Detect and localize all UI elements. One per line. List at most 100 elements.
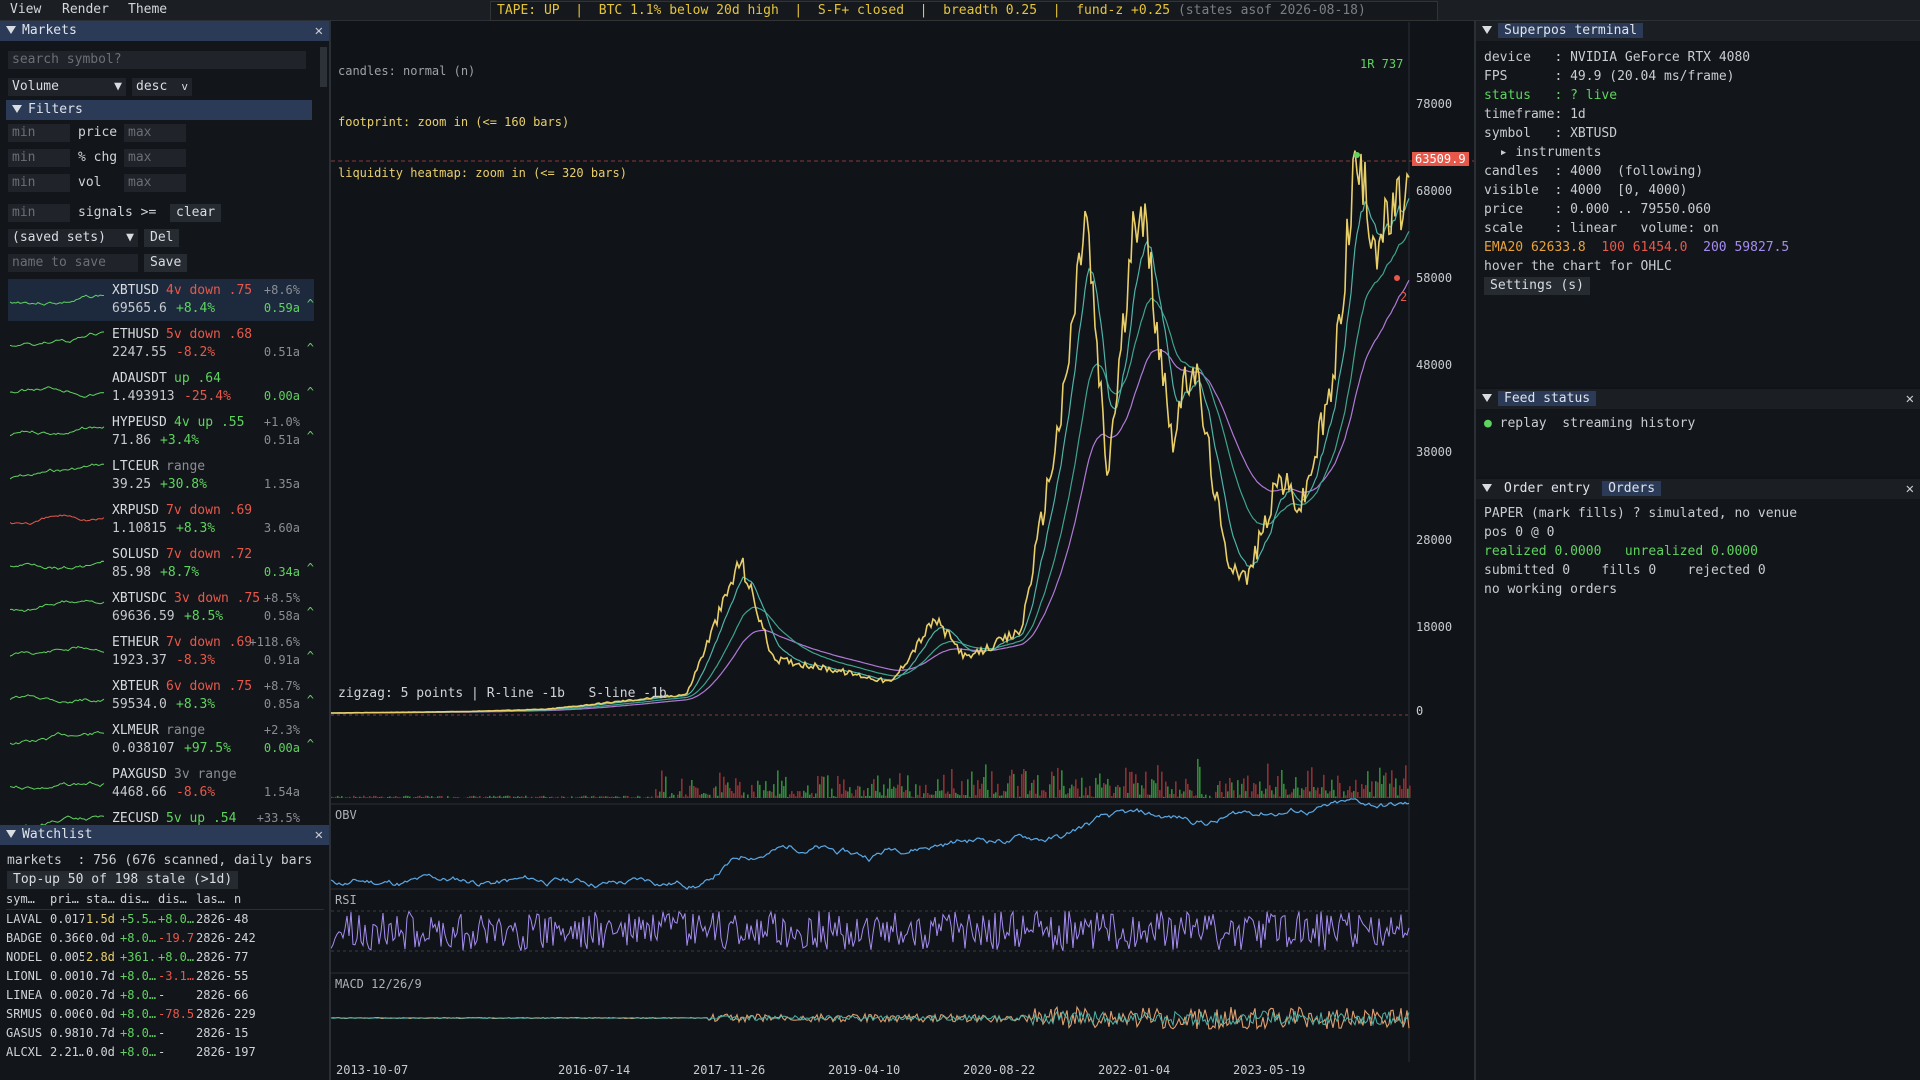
menu-theme[interactable]: Theme: [128, 2, 167, 17]
market-row[interactable]: XBTEUR 6v down .75 59534.0 +8.3% +8.7% 0…: [8, 675, 314, 717]
watchlist-header[interactable]: sta…: [86, 892, 115, 906]
watchlist-cell: +8.0…: [120, 1026, 156, 1040]
volume-bar: [595, 797, 597, 798]
market-row[interactable]: SOLUSD 7v down .72 85.98 +8.7% 0.34a ^: [8, 543, 314, 585]
collapse-icon[interactable]: [6, 26, 16, 34]
volume-bar: [1289, 794, 1291, 798]
market-row[interactable]: XBTUSDC 3v down .75 69636.59 +8.5% +8.5%…: [8, 587, 314, 629]
volume-bar: [1007, 783, 1009, 798]
terminal-key: candles: [1484, 164, 1555, 179]
filter-min-input[interactable]: min: [8, 124, 70, 142]
filter-min-input[interactable]: min: [8, 149, 70, 167]
delete-set-button[interactable]: Del: [144, 229, 180, 247]
menu-render[interactable]: Render: [62, 2, 109, 17]
market-row[interactable]: XLMEUR range 0.038107 +97.5% +2.3% 0.00a…: [8, 719, 314, 761]
watchlist-cell[interactable]: LINEA: [6, 988, 48, 1002]
watchlist-cell: 0.005: [50, 950, 84, 964]
tab-order-entry[interactable]: Order entry: [1498, 481, 1596, 496]
rsi-label: RSI: [335, 893, 357, 907]
sort-field-select[interactable]: Volume ▼: [8, 78, 126, 96]
filter-max-input[interactable]: max: [124, 124, 186, 142]
terminal-line: price : 0.000 .. 79550.060: [1484, 200, 1789, 219]
market-state: 7v down .72: [166, 547, 253, 562]
market-price: 39.25: [112, 477, 152, 492]
close-icon[interactable]: ✕: [315, 21, 323, 41]
volume-bar: [439, 795, 441, 798]
watchlist-header[interactable]: pri…: [50, 892, 79, 906]
feed-status-line: ● replay streaming history: [1484, 414, 1695, 433]
watchlist-cell[interactable]: NODEL: [6, 950, 48, 964]
volume-bar: [1267, 763, 1269, 798]
market-row[interactable]: ETHUSD 5v down .68 2247.55 -8.2% 0.51a ^: [8, 323, 314, 365]
caret-up-icon: ^: [306, 737, 314, 751]
settings-button[interactable]: Settings (s): [1484, 277, 1590, 295]
clear-button[interactable]: clear: [170, 204, 222, 222]
set-name-input[interactable]: name to save: [8, 254, 138, 272]
watchlist-cell[interactable]: SRMUS: [6, 1007, 48, 1021]
topup-button[interactable]: Top-up 50 of 198 stale (>1d): [7, 871, 239, 889]
save-set-button[interactable]: Save: [144, 254, 188, 272]
tab-orders[interactable]: Orders: [1602, 481, 1662, 496]
sparkline-path: [10, 514, 105, 526]
terminal-value: : 0.000 .. 79550.060: [1554, 202, 1711, 217]
watchlist-cell: 0.0d: [86, 1045, 115, 1059]
collapse-icon[interactable]: [6, 830, 16, 838]
close-icon[interactable]: ✕: [1906, 479, 1914, 499]
watchlist-cell[interactable]: GASUS: [6, 1026, 48, 1040]
volume-bar: [859, 786, 861, 798]
market-row[interactable]: PAXGUSD 3v range 4468.66 -8.6% 1.54a: [8, 763, 314, 805]
volume-bar: [1245, 791, 1247, 798]
volume-bar: [635, 797, 637, 798]
volume-bar: [1165, 781, 1167, 798]
sparkline: [10, 426, 105, 437]
search-input[interactable]: search symbol?: [8, 51, 306, 69]
volume-bar: [1379, 767, 1381, 798]
collapse-icon[interactable]: [1482, 26, 1492, 34]
volume-bar: [1127, 792, 1129, 798]
terminal-key: scale: [1484, 221, 1555, 236]
volume-bar: [781, 780, 783, 798]
market-row[interactable]: ADAUSDT up .64 1.493913 -25.4% 0.00a ^: [8, 367, 314, 409]
market-row[interactable]: ETHEUR 7v down .69 1923.37 -8.3% +118.6%…: [8, 631, 314, 673]
watchlist-cell[interactable]: BADGE: [6, 931, 48, 945]
scrollbar[interactable]: [320, 47, 327, 87]
watchlist-header[interactable]: las…: [196, 892, 225, 906]
volume-bar: [897, 784, 899, 798]
close-icon[interactable]: ✕: [315, 825, 323, 845]
market-row[interactable]: LTCEUR range 39.25 +30.8% 1.35a: [8, 455, 314, 497]
menu-view[interactable]: View: [10, 2, 41, 17]
saved-sets-select[interactable]: (saved sets) ▼: [8, 229, 138, 247]
watchlist-cell[interactable]: ALCXL: [6, 1045, 48, 1059]
watchlist-cell[interactable]: LIONL: [6, 969, 48, 983]
market-row[interactable]: XBTUSD 4v down .75 69565.6 +8.4% +8.6% 0…: [8, 279, 314, 321]
volume-bar: [725, 784, 727, 798]
instruments-node[interactable]: ▸ instruments: [1484, 143, 1789, 162]
watchlist-header[interactable]: n: [234, 892, 241, 906]
collapse-icon[interactable]: [1482, 484, 1492, 492]
filter-min-input[interactable]: min: [8, 174, 70, 192]
watchlist-header[interactable]: sym…: [6, 892, 35, 906]
sort-dir-select[interactable]: desc v: [132, 78, 192, 96]
volume-bar: [1187, 783, 1189, 798]
sparkline-path: [10, 599, 105, 613]
watchlist-header[interactable]: dis…: [120, 892, 149, 906]
volume-bar: [499, 795, 501, 798]
orders-panel: Order entry Orders ✕ PAPER (mark fills) ?…: [1476, 479, 1920, 1080]
market-row[interactable]: ZECUSD 5v up .54 +33.5%: [8, 807, 314, 825]
close-icon[interactable]: ✕: [1906, 389, 1914, 409]
collapse-icon[interactable]: [1482, 394, 1492, 402]
signals-min-input[interactable]: min: [8, 204, 70, 222]
market-row[interactable]: XRPUSD 7v down .69 1.10815 +8.3% 3.60a: [8, 499, 314, 541]
volume-bar: [441, 796, 443, 798]
filters-header[interactable]: Filters: [6, 100, 312, 120]
volume-bar: [1269, 785, 1271, 798]
filter-max-input[interactable]: max: [124, 174, 186, 192]
watchlist-header[interactable]: dis…: [158, 892, 187, 906]
volume-bar: [1075, 779, 1077, 798]
volume-bar: [783, 786, 785, 798]
watchlist-cell[interactable]: LAVAL: [6, 912, 48, 926]
volume-bar: [1365, 785, 1367, 798]
filter-max-input[interactable]: max: [124, 149, 186, 167]
market-row[interactable]: HYPEUSD 4v up .55 71.86 +3.4% +1.0% 0.51…: [8, 411, 314, 453]
volume-bar: [563, 796, 565, 798]
